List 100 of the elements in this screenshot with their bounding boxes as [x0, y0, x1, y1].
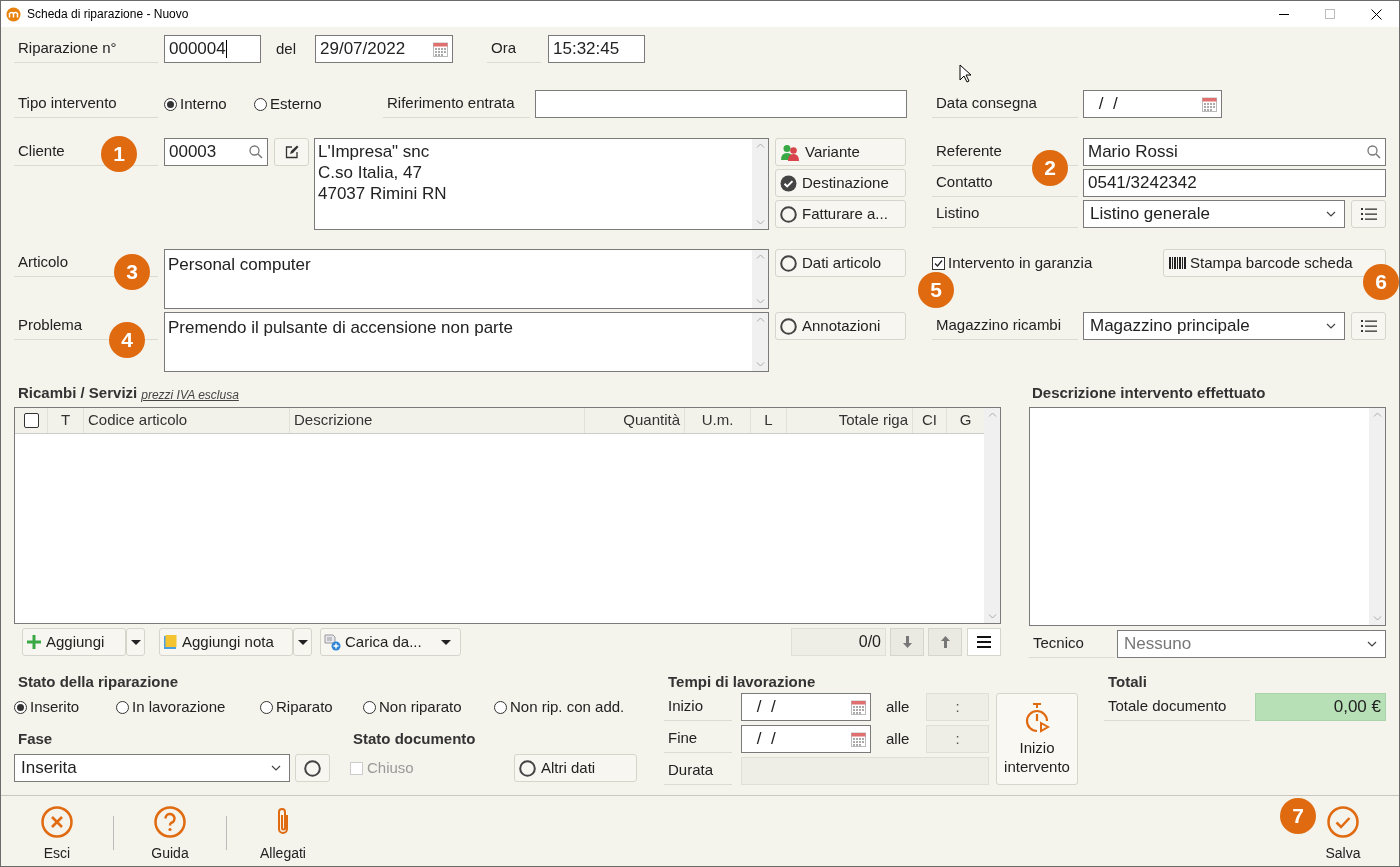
- calendar-icon[interactable]: [1202, 96, 1217, 112]
- move-up-button[interactable]: [928, 628, 962, 656]
- phase-select[interactable]: Inserita: [14, 754, 290, 782]
- side-button[interactable]: Variante: [775, 138, 906, 166]
- side-button[interactable]: Altri dati: [514, 754, 637, 782]
- step-number-badge: 4: [109, 322, 145, 358]
- side-button[interactable]: Annotazioni: [775, 312, 906, 340]
- list-button[interactable]: [1351, 312, 1386, 340]
- warranty-checkbox[interactable]: Intervento in garanzia: [932, 252, 1163, 275]
- column-header[interactable]: Descrizione: [289, 408, 584, 433]
- radio-option[interactable]: Non rip. con add.: [494, 695, 638, 719]
- chevron-down-icon[interactable]: [1326, 323, 1336, 329]
- time-field[interactable]: :: [926, 725, 989, 753]
- client-code-field[interactable]: 00003: [164, 138, 268, 166]
- checkbox-checked[interactable]: [932, 256, 945, 270]
- problem-field[interactable]: Premendo il pulsante di accensione non parte: [164, 312, 769, 372]
- calendar-icon[interactable]: [433, 41, 448, 57]
- radio-option[interactable]: In lavorazione: [116, 695, 260, 719]
- edit-button[interactable]: [274, 138, 309, 166]
- toolbar-button[interactable]: Carica da...: [320, 628, 461, 656]
- side-button[interactable]: Fatturare a...: [775, 200, 906, 228]
- column-header[interactable]: CI: [912, 408, 946, 433]
- calendar-icon[interactable]: [851, 699, 866, 715]
- close-icon: [41, 806, 73, 838]
- calendar-icon[interactable]: [851, 731, 866, 747]
- dropdown-button[interactable]: [126, 628, 145, 656]
- radio-option[interactable]: Riparato: [260, 695, 363, 719]
- date-field[interactable]: / /: [741, 693, 871, 721]
- help-icon: [154, 806, 186, 838]
- section-title: Totali: [1107, 672, 1148, 689]
- referente-field[interactable]: Mario Rossi: [1083, 138, 1386, 166]
- start-intervention-button[interactable]: Inizio intervento: [996, 693, 1078, 785]
- checkbox[interactable]: [23, 413, 39, 428]
- warehouse-select[interactable]: Magazzino principale: [1083, 312, 1345, 340]
- list-icon: [1360, 208, 1377, 220]
- section-title: Stato della riparazione: [17, 672, 180, 689]
- arrow-down-icon: [902, 636, 912, 648]
- side-button[interactable]: Destinazione: [775, 169, 906, 197]
- footer-button[interactable]: Salva: [1317, 802, 1369, 864]
- step-number-badge: 5: [918, 272, 954, 308]
- section-title: Stato documento: [353, 728, 476, 749]
- minimize-icon: [1279, 13, 1289, 15]
- date-field[interactable]: / /: [741, 725, 871, 753]
- technician-select[interactable]: Nessuno: [1117, 630, 1386, 658]
- radio-option[interactable]: Esterno: [254, 92, 354, 116]
- time-field[interactable]: 15:32:45: [548, 35, 645, 63]
- paperclip-icon: [275, 807, 291, 837]
- field-label: Riferimento entrata: [383, 90, 530, 118]
- address-field[interactable]: L'Impresa" snc C.so Italia, 47 47037 Rimini RN: [314, 138, 769, 230]
- toolbar-button[interactable]: Aggiungi: [22, 628, 126, 656]
- chevron-down-icon[interactable]: [1367, 641, 1377, 647]
- field-label: Totale documento: [1104, 693, 1250, 721]
- close-icon: [1370, 8, 1382, 20]
- chevron-down-icon[interactable]: [271, 765, 281, 771]
- radio-option[interactable]: Inserito: [14, 695, 116, 719]
- phase-button[interactable]: [295, 754, 330, 782]
- footer-button[interactable]: Guida: [128, 802, 212, 864]
- move-down-button[interactable]: [890, 628, 924, 656]
- caret-down-icon[interactable]: [130, 639, 141, 645]
- reference-field[interactable]: [535, 90, 907, 118]
- date-field[interactable]: 29/07/2022: [315, 35, 453, 63]
- side-button[interactable]: Dati articolo: [775, 249, 906, 277]
- list-button[interactable]: [1351, 200, 1386, 228]
- repair-number-field[interactable]: 000004: [164, 35, 261, 63]
- menu-button[interactable]: [967, 628, 1001, 656]
- column-header[interactable]: Codice articolo: [83, 408, 289, 433]
- chevron-down-icon[interactable]: [1326, 211, 1336, 217]
- description-field[interactable]: [1029, 407, 1386, 626]
- delivery-date-field[interactable]: / /: [1083, 90, 1222, 118]
- prices-link[interactable]: prezzi IVA esclusa: [141, 386, 239, 404]
- footer-button[interactable]: Esci: [15, 802, 99, 864]
- field-label: Tipo intervento: [14, 90, 158, 118]
- list-icon: [1360, 320, 1377, 332]
- date-label: del: [276, 38, 298, 59]
- search-icon[interactable]: [1367, 145, 1381, 159]
- column-header[interactable]: T: [47, 408, 83, 433]
- footer-button[interactable]: Allegati: [241, 802, 325, 864]
- listino-select[interactable]: Listino generale: [1083, 200, 1345, 228]
- column-header[interactable]: Totale riga: [786, 408, 912, 433]
- step-number-badge: 1: [101, 136, 137, 172]
- radio-option[interactable]: Interno: [164, 92, 254, 116]
- total-value: 0,00 €: [1255, 693, 1386, 721]
- search-icon[interactable]: [249, 145, 263, 159]
- column-header[interactable]: U.m.: [684, 408, 750, 433]
- toolbar-button[interactable]: Aggiungi nota: [159, 628, 293, 656]
- contact-field[interactable]: 0541/3242342: [1083, 169, 1386, 197]
- field-label: Listino: [932, 200, 1078, 228]
- article-field[interactable]: Personal computer: [164, 249, 769, 309]
- column-header[interactable]: Quantità: [584, 408, 684, 433]
- check-circle-icon: [1327, 806, 1359, 838]
- dropdown-button[interactable]: [293, 628, 312, 656]
- caret-down-icon[interactable]: [441, 639, 451, 645]
- section-title: Tempi di lavorazione: [667, 672, 817, 689]
- caret-down-icon[interactable]: [297, 639, 308, 645]
- column-header[interactable]: L: [750, 408, 786, 433]
- app-logo-icon: [6, 6, 21, 22]
- radio-option[interactable]: Non riparato: [363, 695, 494, 719]
- people-icon: [780, 143, 800, 161]
- field-label: Tecnico: [1029, 630, 1115, 658]
- time-field[interactable]: :: [926, 693, 989, 721]
